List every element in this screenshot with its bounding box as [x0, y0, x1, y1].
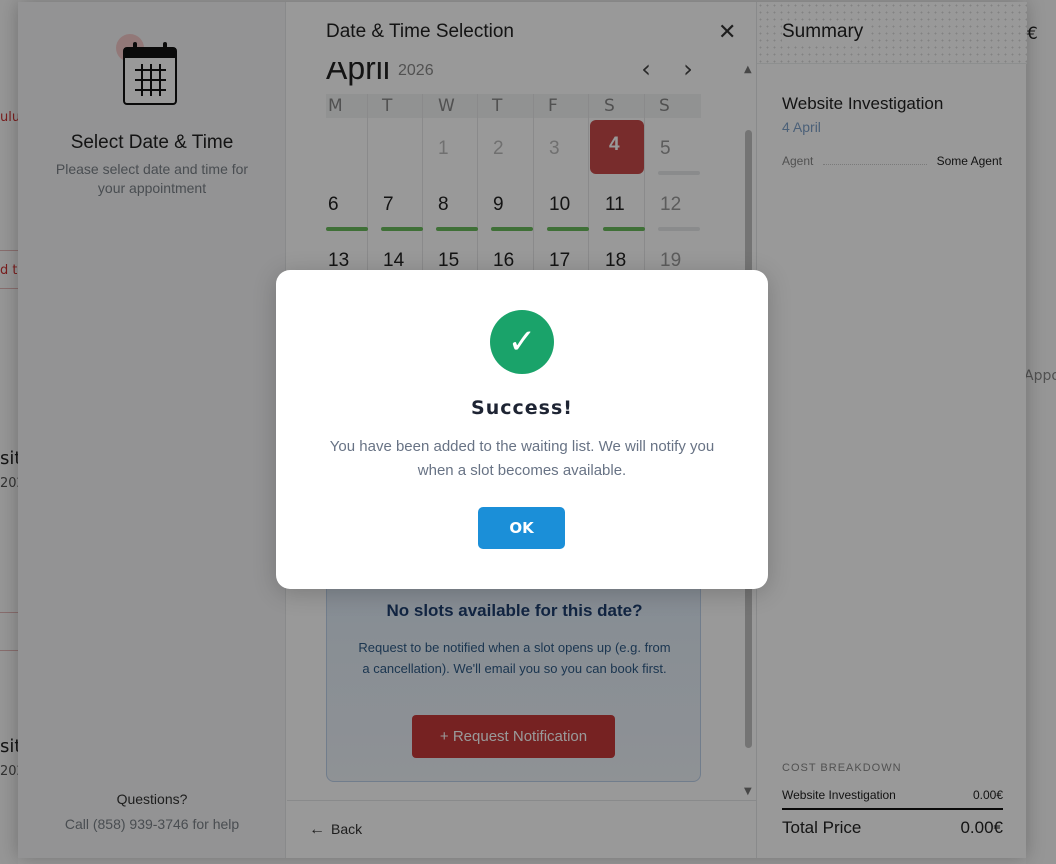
- ok-button[interactable]: OK: [478, 507, 565, 549]
- success-dialog: ✓ Success! You have been added to the wa…: [276, 270, 768, 589]
- dialog-title: Success!: [471, 397, 573, 419]
- dialog-message: You have been added to the waiting list.…: [329, 438, 715, 479]
- checkmark-icon: ✓: [490, 310, 554, 374]
